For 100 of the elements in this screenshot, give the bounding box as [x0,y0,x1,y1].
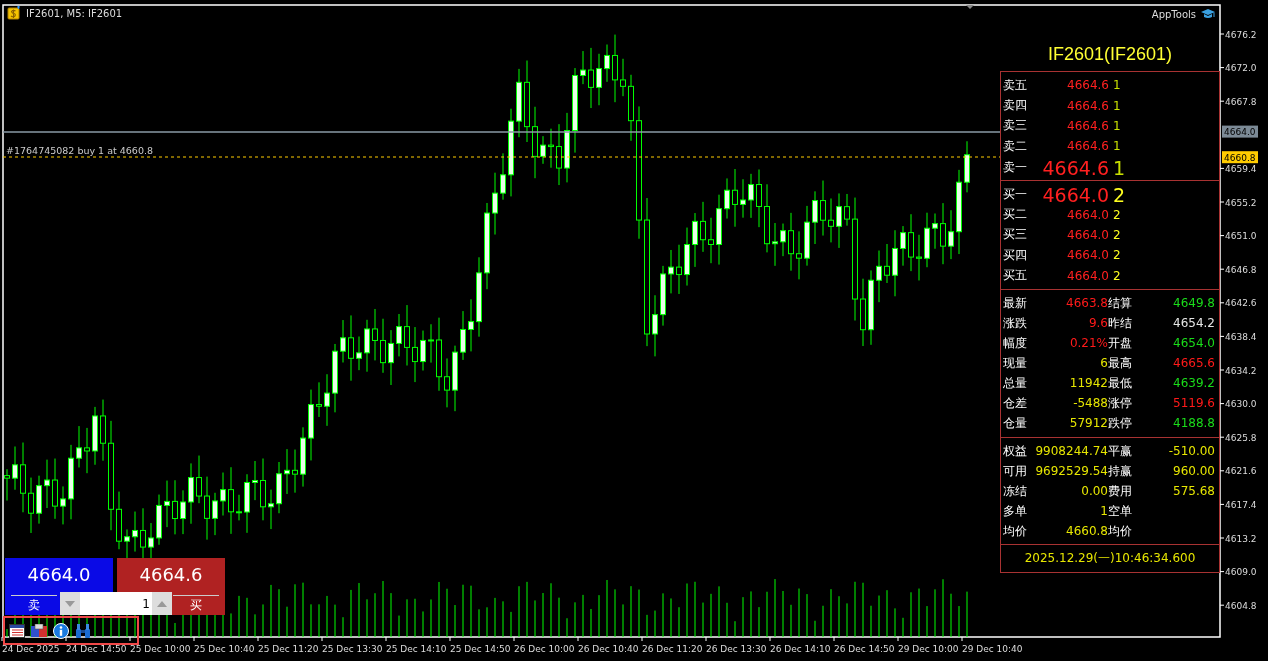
time-axis-label: 25 Dec 11:20 [258,644,319,654]
time-axis-label: 25 Dec 13:30 [322,644,383,654]
ask-quantity: 1 [1112,118,1122,133]
stat-label: 跌停 [1108,415,1133,433]
account-label: 空单 [1108,502,1133,520]
stat-value: 4654.2 [1172,315,1215,332]
stat-label: 幅度 [1003,335,1028,353]
account-value: 0.00 [1080,482,1108,500]
stat-value: 4663.8 [1065,294,1108,312]
quantity-field[interactable]: 1 [80,592,152,615]
price-axis-label: 4655.2 [1225,197,1257,208]
stat-value: 0.21% [1068,335,1108,353]
price-axis-label: 4630.0 [1225,399,1257,410]
account-value: 1 [1099,502,1108,520]
account-value: 9692529.54 [1035,462,1108,480]
stat-label: 涨跌 [1003,315,1028,332]
sell-button[interactable]: 卖 [11,595,57,615]
stat-value: 4639.2 [1172,375,1215,393]
time-axis-label: 26 Dec 14:10 [770,644,831,654]
price-axis-label: 4613.2 [1225,533,1257,544]
stat-label: 仓量 [1003,415,1028,433]
stat-label: 昨结 [1108,315,1133,332]
price-axis-label: 4617.4 [1225,499,1257,510]
stat-value: 9.6 [1087,315,1108,332]
account-label: 费用 [1108,482,1133,500]
level-label: 卖四 [1003,97,1028,115]
price-axis-label: 4667.8 [1225,96,1257,107]
time-axis-label: 26 Dec 13:30 [706,644,767,654]
bid-quantity: 2 [1112,248,1122,263]
time-axis-label: 25 Dec 14:10 [386,644,447,654]
price-axis-label: 4642.6 [1225,298,1257,309]
stat-label: 结算 [1108,294,1133,312]
level-label: 买一 [1003,186,1028,204]
bid-quantity: 2 [1112,227,1122,242]
ask-price: 4664.6 [1066,98,1109,113]
stat-label: 开盘 [1108,335,1133,353]
buy-price: 4664.6 [139,564,203,585]
account-value: 9908244.74 [1035,442,1108,460]
price-axis-label: 4646.8 [1225,264,1257,275]
time-axis-label: 26 Dec 11:20 [642,644,703,654]
time-axis-label: 25 Dec 10:40 [194,644,255,654]
account-value: 575.68 [1172,482,1215,500]
time-axis-label: 24 Dec 2025 [2,644,60,654]
price-axis-label: 4638.4 [1225,331,1257,342]
price-axis-label: 4621.6 [1225,466,1257,477]
ask-quantity: 1 [1112,139,1122,154]
stat-label: 最新 [1003,294,1028,312]
account-label: 冻结 [1003,482,1028,500]
bid-price: 4664.0 [1066,227,1109,242]
level-label: 卖一 [1003,159,1028,177]
account-label: 持赢 [1108,462,1133,480]
level-label: 卖五 [1003,76,1028,94]
account-value: 4660.8 [1065,522,1108,540]
stat-value: 11942 [1068,375,1108,393]
level-label: 买三 [1003,226,1028,244]
stat-label: 最低 [1108,375,1133,393]
ask-price: 4664.6 [1066,118,1109,133]
chart-title: IF2601, M5: IF2601 [26,7,123,19]
stat-value: 57912 [1068,415,1108,433]
ask-price: 4664.6 [1041,156,1109,179]
level-label: 买四 [1003,246,1028,264]
stat-value: 4649.8 [1172,294,1215,312]
price-axis-label: 4634.2 [1225,365,1257,376]
time-axis-label: 26 Dec 10:00 [514,644,575,654]
ask-quantity: 1 [1112,98,1122,113]
account-label: 可用 [1003,462,1028,480]
time-axis-label: 29 Dec 10:40 [962,644,1023,654]
bid-quantity: 2 [1112,268,1122,283]
ask-price: 4664.6 [1066,139,1109,154]
level-label: 买二 [1003,206,1028,224]
account-label: 均价 [1003,522,1028,540]
stat-value: 6 [1099,355,1108,373]
account-value: 960.00 [1172,462,1215,480]
level-label: 卖三 [1003,117,1028,135]
stat-label: 现量 [1003,355,1028,373]
ask-price: 4664.6 [1066,78,1109,93]
bid-quantity: 2 [1112,207,1122,222]
stat-value: 4188.8 [1172,415,1215,433]
bid-price: 4664.0 [1066,207,1109,222]
account-label: 权益 [1003,442,1028,460]
time-axis-label: 29 Dec 10:00 [898,644,959,654]
price-axis-label: 4676.2 [1225,29,1257,40]
brand-label: AppTools [1151,8,1196,20]
bid-price: 4664.0 [1066,268,1109,283]
account-label: 多单 [1003,502,1028,520]
time-axis-label: 25 Dec 10:00 [130,644,191,654]
stat-value: 5119.6 [1172,395,1215,413]
stat-value: 4665.6 [1172,355,1215,373]
stat-value: 4654.0 [1172,335,1215,353]
buy-button[interactable]: 买 [173,595,219,615]
stat-label: 仓差 [1003,395,1028,413]
order-line-label: #1764745082 buy 1 at 4660.8 [6,145,153,156]
level-label: 买五 [1003,267,1028,285]
symbol-title: IF2601(IF2601) [1046,44,1174,65]
time-axis-label: 26 Dec 14:50 [834,644,895,654]
timestamp: 2025.12.29(一)10:46:34.600 [1024,551,1196,566]
price-axis-label: 4672.0 [1225,63,1257,74]
time-axis-label: 25 Dec 14:50 [450,644,511,654]
price-tag: 4664.0 [1222,125,1258,138]
bid-price: 4664.0 [1041,183,1109,206]
